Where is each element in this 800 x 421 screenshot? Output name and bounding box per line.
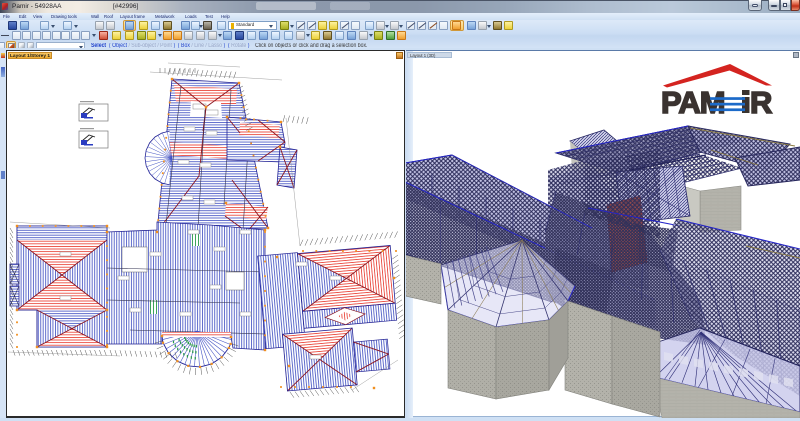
svg-text:PAM: PAM [661, 85, 725, 120]
svg-text:R: R [750, 85, 772, 120]
